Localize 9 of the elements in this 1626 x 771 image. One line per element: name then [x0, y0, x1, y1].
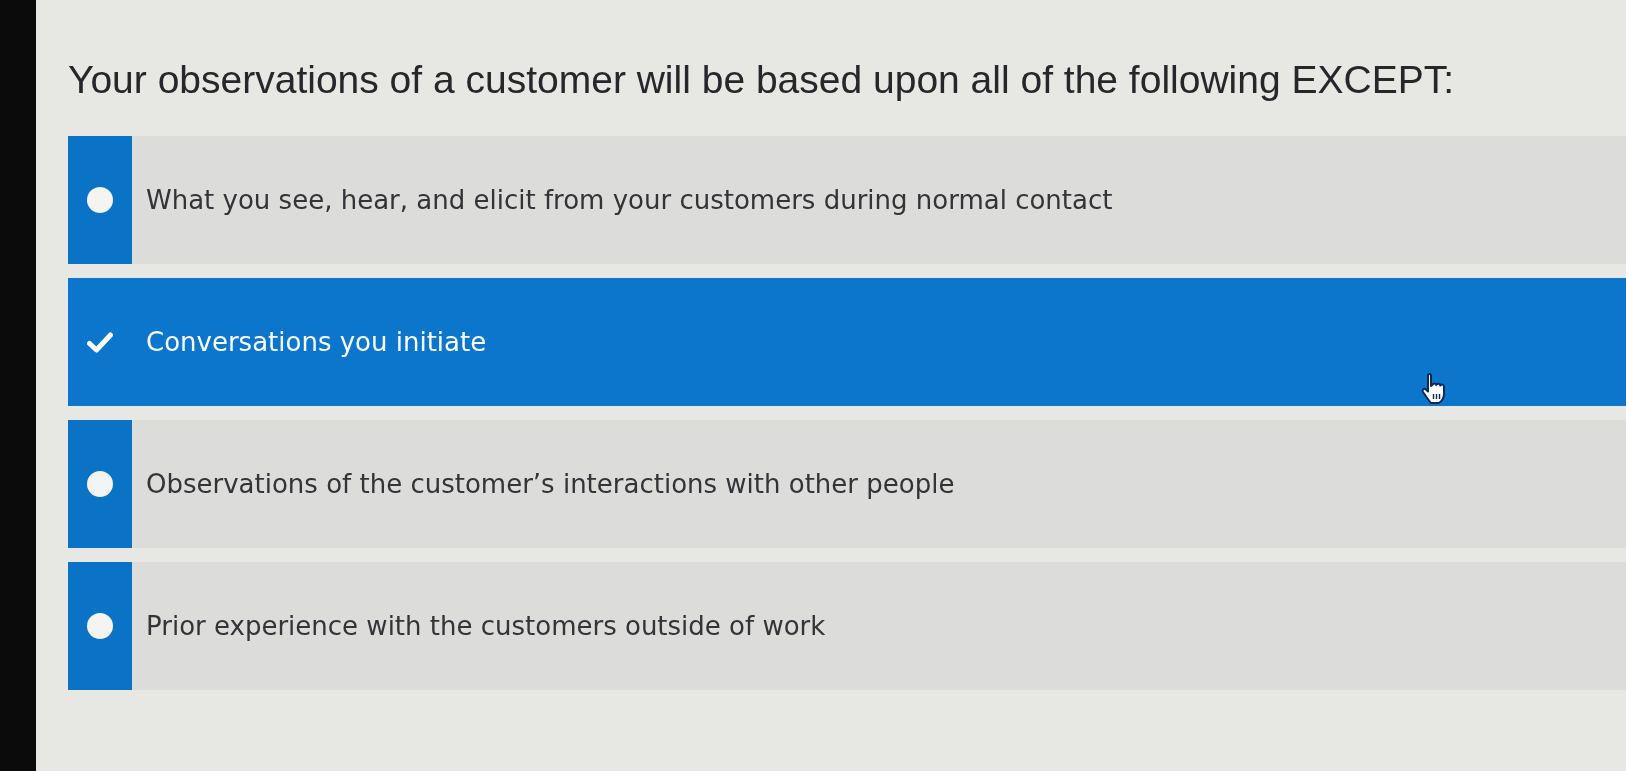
answer-option[interactable]: Prior experience with the customers outside of work	[68, 562, 1626, 690]
radio-icon	[87, 187, 113, 213]
check-icon	[87, 331, 113, 353]
radio-icon	[87, 471, 113, 497]
answer-option[interactable]: Observations of the customer’s interactions with other people	[68, 420, 1626, 548]
answer-option[interactable]: What you see, hear, and elicit from your customers during normal contact	[68, 136, 1626, 264]
radio-icon	[87, 613, 113, 639]
answer-option[interactable]: Conversations you initiate	[68, 278, 1626, 406]
question-text: Your observations of a customer will be based upon all of the following EXCEPT:	[68, 57, 1454, 103]
